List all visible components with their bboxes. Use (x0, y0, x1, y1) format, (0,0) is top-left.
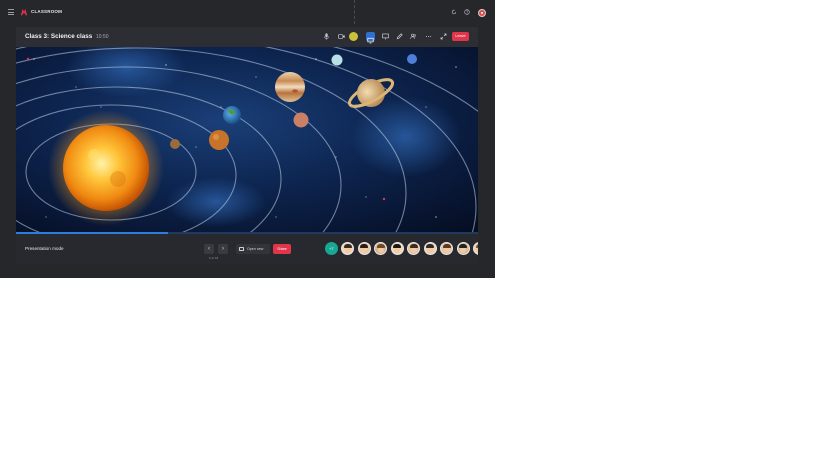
session-footer: Presentation mode ‹ › 6 of 18 Open new S… (16, 234, 478, 264)
next-slide-button[interactable]: › (218, 244, 228, 254)
session-time: 10:50 (96, 34, 109, 40)
more-icon[interactable] (424, 32, 433, 41)
presentation-mode-label: Presentation mode (25, 246, 64, 251)
microphone-icon[interactable] (322, 32, 331, 41)
participant-avatar[interactable] (456, 242, 470, 255)
previous-slide-button[interactable]: ‹ (204, 244, 214, 254)
avatar-hair (409, 244, 418, 248)
open-new-button[interactable]: Open new (236, 244, 270, 254)
share-button[interactable]: Share (273, 244, 291, 254)
class-session-window: Class 3: Science class 10:50 Leave Prese… (16, 27, 478, 264)
user-avatar[interactable] (478, 9, 486, 17)
participants-count-badge[interactable]: +7 (325, 242, 338, 255)
help-icon[interactable] (464, 9, 470, 15)
participant-avatar[interactable] (440, 242, 453, 255)
refresh-icon[interactable] (451, 9, 457, 15)
present-icon[interactable] (381, 32, 390, 41)
avatar-hair (442, 244, 451, 248)
avatar-hair (459, 244, 467, 248)
session-title: Class 3: Science class (25, 33, 93, 40)
people-icon[interactable] (409, 32, 418, 41)
share-screen-icon[interactable] (366, 32, 375, 44)
avatar-hair (393, 244, 401, 248)
avatar-hair (426, 244, 434, 248)
monitor-icon (367, 37, 374, 44)
session-header: Class 3: Science class 10:50 Leave (16, 27, 478, 47)
participant-avatar[interactable] (374, 242, 387, 255)
participant-avatar[interactable] (341, 242, 354, 255)
reaction-icon[interactable] (349, 32, 358, 41)
participant-avatar[interactable] (357, 242, 371, 255)
leave-button[interactable]: Leave (452, 32, 469, 41)
camera-icon[interactable] (337, 32, 346, 41)
avatar-hair (376, 244, 385, 248)
classroom-logo-icon (20, 8, 28, 16)
menu-icon[interactable] (8, 9, 14, 15)
solar-system-illustration (16, 47, 478, 233)
top-bar: CLASSROOM (0, 0, 495, 24)
fullscreen-icon[interactable] (439, 32, 448, 41)
avatar-hair (475, 244, 478, 248)
avatar-hair (343, 244, 352, 248)
participant-avatar[interactable] (390, 242, 404, 255)
brand-name: CLASSROOM (31, 9, 63, 14)
top-divider (354, 0, 355, 24)
open-new-label: Open new (247, 247, 264, 251)
participant-avatar[interactable] (423, 242, 437, 255)
annotate-icon[interactable] (395, 32, 404, 41)
participant-avatar[interactable] (473, 242, 478, 255)
folder-icon (239, 246, 244, 251)
presentation-slide (16, 47, 478, 233)
slide-counter: 6 of 18 (209, 256, 219, 260)
participant-avatar[interactable] (407, 242, 420, 255)
avatar-hair (360, 244, 368, 248)
classroom-app: CLASSROOM Class 3: Science class 10:50 L… (0, 0, 495, 278)
